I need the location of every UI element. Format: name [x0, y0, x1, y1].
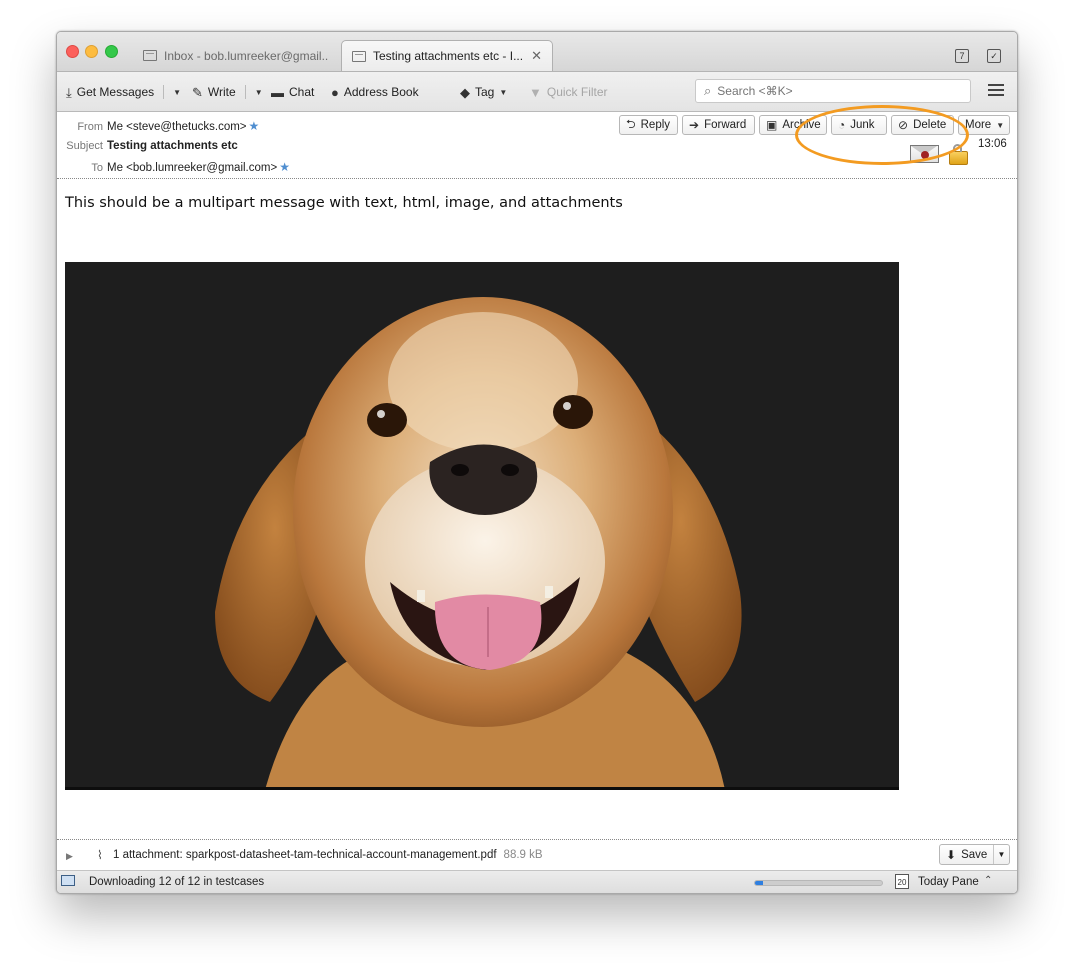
- close-window-button[interactable]: [66, 45, 79, 58]
- inbox-tab-icon: [143, 50, 157, 61]
- today-pane-toggle[interactable]: Today Pane: [918, 876, 979, 888]
- from-value: Me <steve@thetucks.com>: [107, 121, 247, 133]
- signed-envelope-icon[interactable]: [910, 145, 939, 163]
- to-value: Me <bob.lumreeker@gmail.com>: [107, 162, 278, 174]
- divider: [244, 85, 246, 99]
- tab-message[interactable]: Testing attachments etc - I... ✕: [341, 40, 553, 71]
- paperclip-icon: ⌇: [97, 848, 103, 862]
- quick-filter-label: Quick Filter: [546, 85, 608, 99]
- write-button[interactable]: ✎ Write ▼: [192, 83, 263, 101]
- divider: [163, 85, 165, 99]
- attachment-size: 88.9 kB: [503, 849, 543, 861]
- calendar-icon[interactable]: 7: [955, 49, 969, 63]
- status-bar: Downloading 12 of 12 in testcases 20 Tod…: [57, 871, 1017, 893]
- person-icon: ●: [331, 84, 339, 100]
- get-messages-button[interactable]: ⤓ Get Messages ▼: [66, 83, 181, 101]
- tasks-icon[interactable]: ✓: [987, 49, 1001, 63]
- tag-icon: ◆: [460, 84, 470, 100]
- tag-dropdown-icon: ▼: [499, 87, 508, 97]
- delete-label: Delete: [913, 119, 947, 131]
- more-button[interactable]: More ▼: [958, 115, 1010, 135]
- save-dropdown-icon[interactable]: ▼: [993, 845, 1009, 864]
- download-icon: ⤓: [66, 84, 72, 100]
- search-input[interactable]: [717, 84, 948, 98]
- save-label: Save: [961, 848, 988, 861]
- junk-label: Junk: [850, 119, 875, 131]
- thunderbird-window: Inbox - bob.lumreeker@gmail.... Testing …: [56, 31, 1018, 894]
- message-time: 13:06: [978, 138, 1007, 150]
- attachment-name: 1 attachment: sparkpost-datasheet-tam-te…: [113, 849, 497, 861]
- attachment-bar: ▶ ⌇ 1 attachment: sparkpost-datasheet-ta…: [57, 840, 1017, 871]
- body-text: This should be a multipart message with …: [65, 195, 623, 211]
- pencil-icon: ✎: [192, 84, 203, 100]
- progress-fill: [755, 881, 763, 885]
- chat-bubble-icon: ▬: [271, 84, 284, 100]
- from-field[interactable]: Me <steve@thetucks.com> ★: [107, 119, 259, 133]
- message-header: From Me <steve@thetucks.com> ★ Subject Te…: [57, 112, 1017, 179]
- zoom-window-button[interactable]: [105, 45, 118, 58]
- get-messages-dropdown-icon[interactable]: ▼: [173, 88, 181, 97]
- tab-message-label: Testing attachments etc - I...: [373, 49, 524, 63]
- search-box[interactable]: ⌕: [695, 79, 971, 103]
- contact-star-icon[interactable]: ★: [279, 160, 290, 174]
- attachment-summary[interactable]: 1 attachment: sparkpost-datasheet-tam-te…: [113, 849, 543, 861]
- get-messages-label: Get Messages: [76, 85, 155, 99]
- archive-button[interactable]: ▣ Archive: [759, 115, 827, 135]
- tag-label: Tag: [475, 85, 495, 99]
- from-label: From: [77, 121, 103, 133]
- contact-star-icon[interactable]: ★: [249, 119, 260, 133]
- tab-bar: Inbox - bob.lumreeker@gmail.... Testing …: [57, 32, 1017, 72]
- junk-button[interactable]: ◔ Junk: [831, 115, 887, 135]
- archive-label: Archive: [782, 119, 821, 131]
- to-field[interactable]: Me <bob.lumreeker@gmail.com> ★: [107, 160, 290, 174]
- search-icon: ⌕: [704, 83, 712, 98]
- write-label: Write: [207, 85, 236, 99]
- today-calendar-icon[interactable]: 20: [895, 874, 909, 889]
- write-dropdown-icon[interactable]: ▼: [255, 88, 263, 97]
- chat-label: Chat: [289, 85, 315, 99]
- main-toolbar: ⤓ Get Messages ▼ ✎ Write ▼ ▬ Chat ● Addr…: [57, 72, 1017, 112]
- forward-arrow-icon: ➔: [689, 118, 700, 132]
- address-book-label: Address Book: [343, 85, 419, 99]
- forward-button[interactable]: ➔ Forward: [682, 115, 755, 135]
- chevron-up-icon[interactable]: ⌃: [984, 875, 992, 886]
- more-dropdown-icon: ▼: [996, 120, 1005, 130]
- network-status-icon[interactable]: [61, 875, 75, 886]
- down-arrow-icon: ⬇: [946, 847, 957, 862]
- to-label: To: [91, 162, 103, 174]
- app-menu-icon[interactable]: [988, 84, 1004, 98]
- reply-label: Reply: [640, 119, 671, 131]
- golden-retriever-illustration: [65, 262, 899, 787]
- no-entry-icon: ⊘: [898, 118, 909, 132]
- reply-arrow-icon: ⮌: [626, 116, 636, 131]
- subject-value: Testing attachments etc: [107, 140, 238, 152]
- funnel-icon: ▼: [529, 84, 542, 100]
- address-book-button[interactable]: ● Address Book: [331, 83, 419, 101]
- forward-label: Forward: [704, 119, 747, 131]
- message-body: This should be a multipart message with …: [57, 179, 1017, 840]
- download-progress-bar: [754, 880, 883, 886]
- chat-button[interactable]: ▬ Chat: [271, 83, 314, 101]
- tab-inbox[interactable]: Inbox - bob.lumreeker@gmail....: [133, 40, 339, 71]
- minimize-window-button[interactable]: [85, 45, 98, 58]
- status-text: Downloading 12 of 12 in testcases: [89, 876, 265, 888]
- archive-box-icon: ▣: [766, 118, 778, 132]
- quick-filter-button[interactable]: ▼ Quick Filter: [529, 83, 608, 101]
- flame-icon: ◔: [838, 118, 846, 132]
- dog-photo: [65, 262, 899, 790]
- more-label: More: [965, 119, 992, 131]
- subject-label: Subject: [66, 140, 103, 152]
- close-tab-icon[interactable]: ✕: [531, 48, 542, 64]
- tag-button[interactable]: ◆ Tag ▼: [460, 83, 507, 101]
- encrypted-lock-icon[interactable]: [949, 144, 968, 165]
- delete-button[interactable]: ⊘ Delete: [891, 115, 954, 135]
- save-attachment-button[interactable]: ⬇ Save ▼: [939, 844, 1010, 865]
- expand-attachments-icon[interactable]: ▶: [66, 851, 73, 862]
- message-tab-icon: [352, 50, 366, 62]
- tab-inbox-label: Inbox - bob.lumreeker@gmail....: [164, 48, 329, 63]
- reply-button[interactable]: ⮌ Reply: [619, 115, 678, 135]
